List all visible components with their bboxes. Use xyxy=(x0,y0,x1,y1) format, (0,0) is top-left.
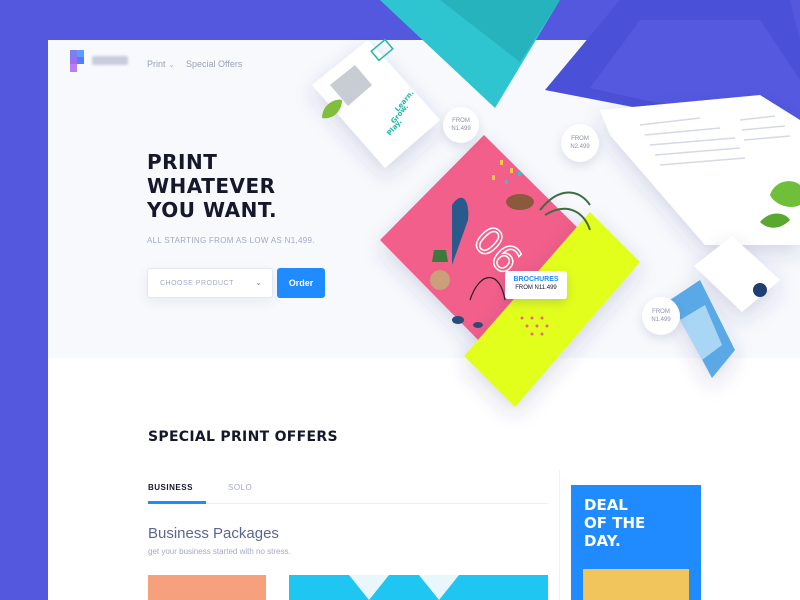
chevron-down-icon: ⌄ xyxy=(255,278,262,287)
order-button[interactable]: Order xyxy=(277,268,325,298)
deal-title-line: DEAL xyxy=(584,496,628,514)
upload-design-button[interactable]: Upload design xyxy=(632,53,702,77)
packages-title: Business Packages xyxy=(148,525,279,542)
price-tag: FROM N2.499 xyxy=(561,124,599,162)
tab-business[interactable]: BUSINESS xyxy=(148,483,193,492)
choose-product-select[interactable]: CHOOSE PRODUCT ⌄ xyxy=(147,268,273,298)
price-tag-value: N2.499 xyxy=(570,144,590,150)
price-tag: FROM N1.499 xyxy=(642,297,680,335)
select-placeholder: CHOOSE PRODUCT xyxy=(160,280,234,287)
deal-title: DEAL OF THE DAY. xyxy=(584,496,645,550)
packages-subtitle: get your business started with no stress… xyxy=(148,547,291,556)
package-card[interactable] xyxy=(148,575,266,600)
deal-title-line: OF THE xyxy=(584,514,646,532)
sign-in-button[interactable]: Sign In xyxy=(707,53,747,77)
price-tag-value: N1.499 xyxy=(651,317,671,323)
hero-title-line: YOU WANT. xyxy=(147,198,278,222)
tab-solo[interactable]: SOLO xyxy=(228,483,252,492)
price-tag-value: N1.499 xyxy=(451,126,471,132)
brochures-price: FROM N11.499 xyxy=(515,285,557,291)
active-tab-indicator xyxy=(148,501,206,504)
price-tag-label: FROM xyxy=(652,309,670,315)
nav-special-offers[interactable]: Special Offers xyxy=(186,59,242,69)
brochures-tooltip[interactable]: BROCHURES FROM N11.499 xyxy=(505,271,567,299)
deal-title-line: DAY. xyxy=(584,532,621,550)
hero-title: PRINT WHATEVER YOU WANT. xyxy=(147,150,347,222)
price-tag-label: FROM xyxy=(452,118,470,124)
logo-icon[interactable] xyxy=(70,50,84,72)
package-card[interactable] xyxy=(289,575,548,600)
brochures-label: BROCHURES xyxy=(513,276,559,283)
cart-button[interactable]: 0 xyxy=(759,59,777,68)
column-divider xyxy=(559,470,560,600)
deal-of-the-day[interactable]: DEAL OF THE DAY. xyxy=(571,485,701,600)
nav-print-label: Print xyxy=(147,59,166,69)
price-tag-label: FROM xyxy=(571,136,589,142)
chevron-down-icon: ⌄ xyxy=(168,62,175,69)
nav-print[interactable]: Print ⌄ xyxy=(147,59,174,69)
tabs-divider xyxy=(148,503,548,504)
hero-title-line: WHATEVER xyxy=(147,174,276,198)
cart-icon xyxy=(759,59,771,68)
cart-count: 0 xyxy=(772,59,777,68)
package-card-art xyxy=(349,575,459,600)
special-offers-title: SPECIAL PRINT OFFERS xyxy=(148,429,338,445)
logo-wordmark xyxy=(92,56,128,65)
deal-image xyxy=(583,569,689,600)
hero-subtitle: ALL STARTING FROM AS LOW AS N1,499. xyxy=(147,236,315,245)
hero-title-line: PRINT xyxy=(147,150,218,174)
price-tag: FROM N1.499 xyxy=(443,107,479,143)
